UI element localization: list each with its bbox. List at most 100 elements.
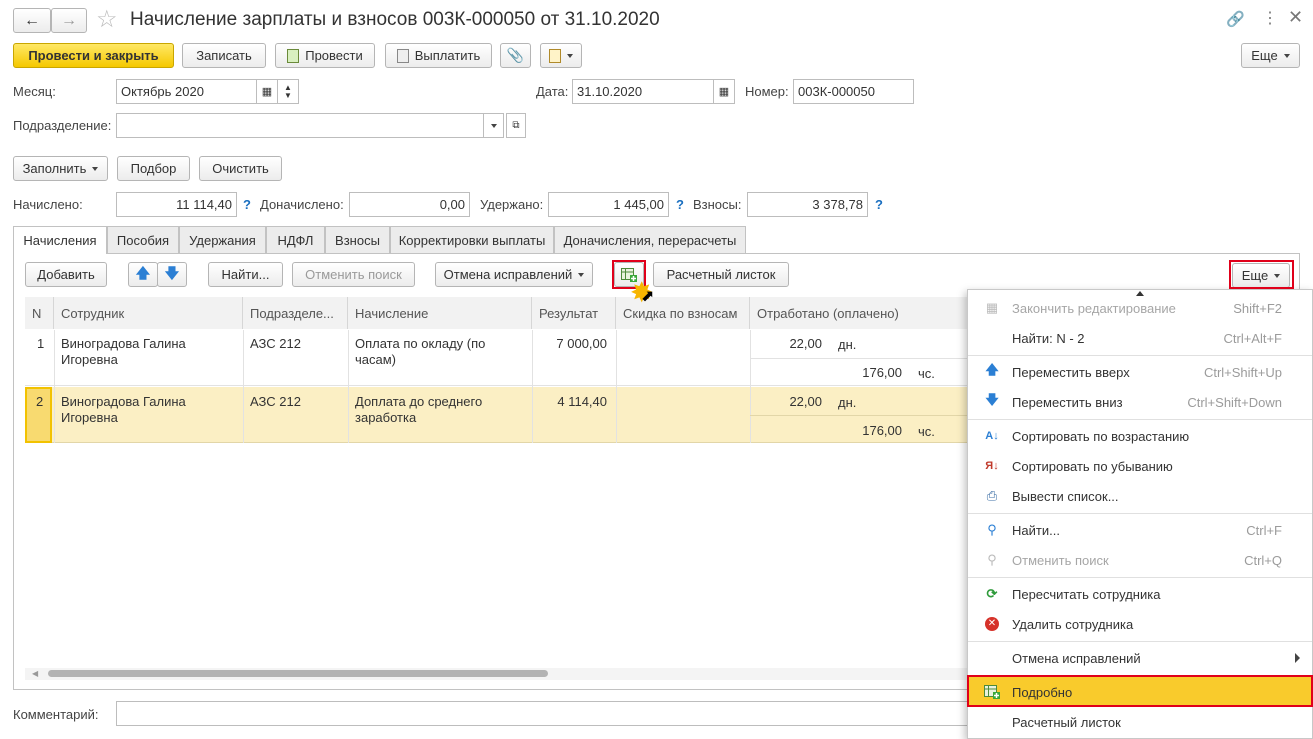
comment-field[interactable] — [116, 701, 976, 726]
additional-field: 0,00 — [349, 192, 470, 217]
arrow-up-icon: 🡅 — [135, 264, 151, 281]
post-and-close-button[interactable]: Провести и закрыть — [13, 43, 174, 68]
scrollbar-thumb[interactable] — [48, 670, 548, 677]
division-field[interactable] — [116, 113, 484, 138]
link-icon[interactable]: 🔗 — [1226, 10, 1245, 28]
find-button[interactable]: Найти... — [208, 262, 283, 287]
accrued-field: 11 114,40 — [116, 192, 237, 217]
printer-icon: ⎙ — [986, 488, 998, 503]
post-button[interactable]: Провести — [275, 43, 375, 68]
row-days-unit: дн. — [838, 395, 857, 410]
attach-button[interactable]: 📎 — [500, 43, 531, 68]
tab-benefits[interactable]: Пособия — [107, 226, 179, 253]
row-hours: 176,00 — [862, 365, 902, 380]
menu-item-payslip[interactable]: Расчетный листок — [968, 707, 1312, 737]
row-division: АЗС 212 — [250, 336, 301, 351]
col-header-result[interactable]: Результат — [532, 297, 616, 329]
cancel-corrections-button[interactable]: Отмена исправлений — [435, 262, 593, 287]
contrib-label: Взносы: — [693, 197, 742, 212]
more-dropdown-menu: ▦ Закончить редактирование Shift+F2 Найти:… — [967, 289, 1313, 739]
menu-item-find[interactable]: ⚲ Найти... Ctrl+F — [968, 515, 1312, 545]
division-dropdown-button[interactable] — [483, 113, 504, 138]
menu-item-sort-desc[interactable]: Я↓ Сортировать по убыванию — [968, 451, 1312, 481]
tab-ndfl[interactable]: НДФЛ — [266, 226, 325, 253]
back-button[interactable]: ← — [13, 8, 51, 33]
payslip-button[interactable]: Расчетный листок — [653, 262, 789, 287]
comment-label: Комментарий: — [13, 707, 99, 722]
clear-button[interactable]: Очистить — [199, 156, 282, 181]
post-doc-icon — [287, 48, 300, 63]
col-divider — [616, 330, 617, 443]
menu-item-move-up[interactable]: 🡅 Переместить вверх Ctrl+Shift+Up — [968, 357, 1312, 387]
more-button[interactable]: Еще — [1241, 43, 1300, 68]
menu-item-delete-employee[interactable]: ✕ Удалить сотрудника — [968, 609, 1312, 639]
cancel-search-button[interactable]: Отменить поиск — [292, 262, 415, 287]
sub-row-divider — [750, 358, 967, 359]
withheld-help-icon[interactable]: ? — [676, 197, 684, 212]
save-button[interactable]: Записать — [182, 43, 266, 68]
number-field[interactable]: 003К-000050 — [793, 79, 914, 104]
tab-payment-corrections[interactable]: Корректировки выплаты — [390, 226, 554, 253]
window-title: Начисление зарплаты и взносов 003К-00005… — [130, 9, 660, 30]
row-number: 2 — [36, 394, 44, 409]
month-calendar-button[interactable]: ▦ — [256, 79, 278, 104]
pay-doc-icon — [396, 48, 409, 63]
date-calendar-button[interactable]: ▦ — [713, 79, 735, 104]
menu-item-cancel-search[interactable]: ⚲ Отменить поиск Ctrl+Q — [968, 545, 1312, 575]
col-divider — [750, 330, 751, 443]
move-up-button[interactable]: 🡅 — [128, 262, 158, 287]
accrued-help-icon[interactable]: ? — [243, 197, 251, 212]
forward-button[interactable]: → — [51, 8, 87, 33]
menu-item-output-list[interactable]: ⎙ Вывести список... — [968, 481, 1312, 511]
menu-separator — [968, 355, 1312, 356]
col-header-employee[interactable]: Сотрудник — [54, 297, 243, 329]
create-based-on-button[interactable] — [540, 43, 582, 68]
month-field[interactable]: Октябрь 2020 — [116, 79, 257, 104]
withheld-label: Удержано: — [480, 197, 544, 212]
tab-deductions[interactable]: Удержания — [179, 226, 266, 253]
scroll-left-arrow[interactable]: ◀ — [32, 669, 38, 678]
menu-separator — [968, 419, 1312, 420]
tab-recalculations[interactable]: Доначисления, перерасчеты — [554, 226, 746, 253]
tab-contributions[interactable]: Взносы — [325, 226, 390, 253]
division-open-button[interactable]: ⧉ — [506, 113, 526, 138]
close-icon[interactable]: ✕ — [1288, 7, 1303, 28]
chevron-down-icon — [92, 166, 99, 171]
contrib-help-icon[interactable]: ? — [875, 197, 883, 212]
row-employee: Виноградова Галина Игоревна — [61, 394, 186, 425]
pay-button[interactable]: Выплатить — [385, 43, 492, 68]
delete-icon: ✕ — [984, 616, 1000, 632]
row-hours-unit: чс. — [918, 366, 935, 381]
col-header-worked[interactable]: Отработано (оплачено) — [750, 297, 967, 329]
tab-accruals[interactable]: Начисления — [13, 226, 107, 254]
row-result: 4 114,40 — [557, 394, 607, 409]
search-icon: ⚲ — [987, 522, 997, 537]
arrow-down-icon: 🡇 — [164, 264, 180, 281]
col-divider — [54, 330, 55, 443]
menu-item-sort-asc[interactable]: А↓ Сортировать по возрастанию — [968, 421, 1312, 451]
col-header-division[interactable]: Подразделе... — [243, 297, 348, 329]
fill-button[interactable]: Заполнить — [13, 156, 108, 181]
month-spin-button[interactable]: ▲ ▼ — [277, 79, 299, 104]
menu-item-cancel-corrections[interactable]: Отмена исправлений — [968, 643, 1312, 673]
kebab-menu-icon[interactable]: ⋮ — [1262, 8, 1278, 28]
favorite-star-icon[interactable]: ☆ — [96, 5, 118, 34]
date-label: Дата: — [536, 84, 569, 99]
number-label: Номер: — [745, 84, 789, 99]
move-down-button[interactable]: 🡇 — [157, 262, 187, 287]
col-header-n[interactable]: N — [25, 297, 54, 329]
menu-item-recalculate[interactable]: ⟳ Пересчитать сотрудника — [968, 579, 1312, 609]
sort-ascending-icon: А↓ — [985, 430, 999, 442]
menu-item-move-down[interactable]: 🡇 Переместить вниз Ctrl+Shift+Down — [968, 387, 1312, 417]
chevron-down-icon — [1283, 53, 1290, 58]
select-button[interactable]: Подбор — [117, 156, 190, 181]
menu-item-end-editing[interactable]: ▦ Закончить редактирование Shift+F2 — [968, 293, 1312, 323]
col-header-accrual[interactable]: Начисление — [348, 297, 532, 329]
date-field[interactable]: 31.10.2020 — [572, 79, 714, 104]
division-label: Подразделение: — [13, 118, 112, 133]
sort-descending-icon: Я↓ — [985, 460, 999, 472]
row-accrual: Доплата до среднего заработка — [355, 394, 483, 425]
menu-separator — [968, 577, 1312, 578]
add-button[interactable]: Добавить — [25, 262, 107, 287]
menu-item-find-n[interactable]: Найти: N - 2 Ctrl+Alt+F — [968, 323, 1312, 353]
